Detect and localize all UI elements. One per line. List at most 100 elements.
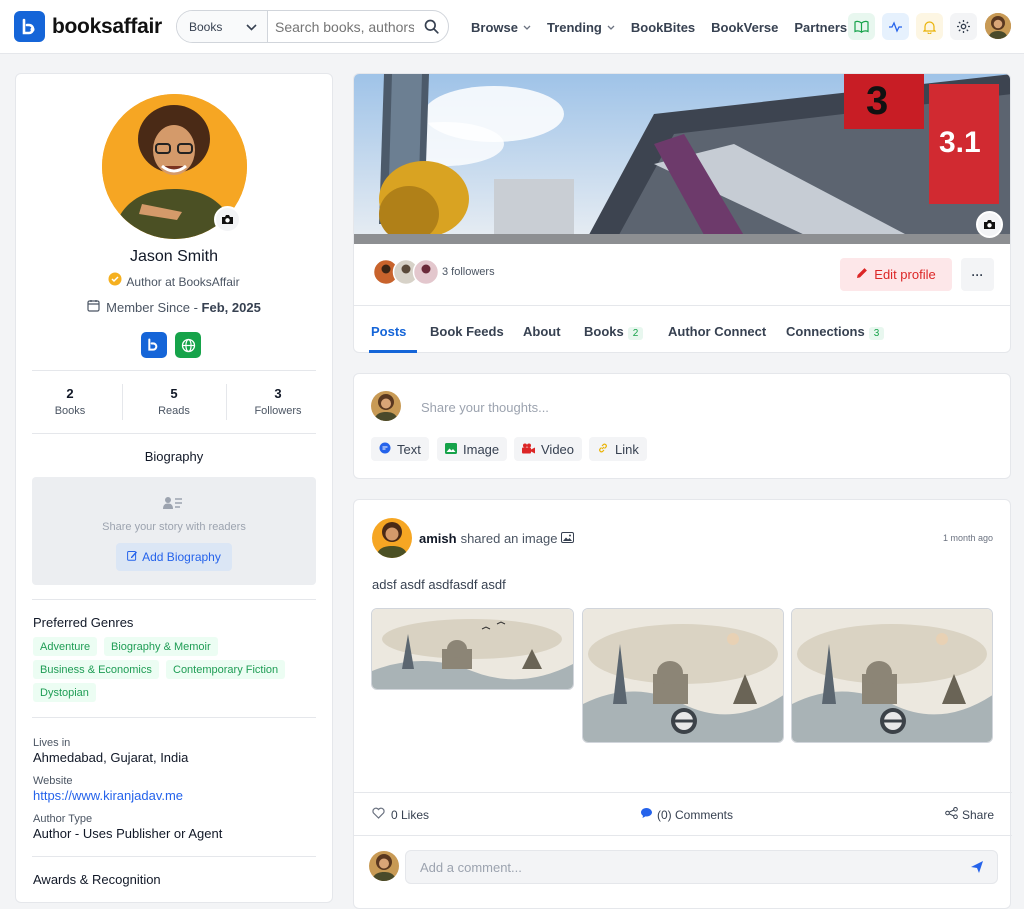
post-type-video-button[interactable]: Video (514, 437, 583, 461)
divider (32, 433, 316, 434)
video-camera-icon (522, 442, 535, 457)
reading-book-icon[interactable] (848, 13, 875, 40)
tab-about[interactable]: About (523, 324, 561, 339)
divider (32, 717, 316, 718)
main-nav: Browse Trending BookBites BookVerse Part… (471, 0, 863, 54)
more-options-button[interactable]: ··· (961, 258, 994, 291)
tab-posts[interactable]: Posts (371, 324, 406, 339)
active-tab-indicator (369, 350, 417, 353)
user-card-icon (163, 495, 183, 516)
genre-tag[interactable]: Adventure (33, 637, 98, 656)
add-biography-button[interactable]: Add Biography (116, 543, 232, 571)
share-button[interactable]: Share (945, 807, 994, 822)
website-link[interactable]: https://www.kiranjadav.me (33, 788, 183, 803)
svg-text:3.1: 3.1 (939, 126, 981, 159)
tab-about-label: About (523, 324, 561, 339)
nav-trending[interactable]: Trending (547, 20, 615, 35)
booksaffair-profile-link-icon[interactable] (141, 332, 167, 358)
nav-bookbites[interactable]: BookBites (631, 20, 695, 35)
edit-profile-label: Edit profile (874, 267, 936, 282)
tab-author-connect-label: Author Connect (668, 324, 767, 339)
chat-bubble-icon (379, 442, 391, 457)
user-avatar[interactable] (985, 13, 1011, 39)
post-type-text-button[interactable]: Text (371, 437, 429, 461)
tab-book-feeds[interactable]: Book Feeds (430, 324, 504, 339)
link-icon (597, 442, 609, 457)
post-type-image-button[interactable]: Image (437, 437, 508, 461)
nav-browse-label: Browse (471, 19, 518, 35)
awards-title: Awards & Recognition (33, 872, 161, 887)
add-biography-label: Add Biography (142, 550, 221, 564)
stat-reads-label: Reads (158, 405, 190, 417)
image-icon (445, 442, 457, 457)
image-icon (561, 531, 575, 546)
activity-icon[interactable] (882, 13, 909, 40)
search-icon[interactable] (414, 11, 448, 42)
tab-books-label: Books (584, 324, 624, 339)
post-action: shared an image (460, 531, 558, 546)
comment-bubble-icon (640, 807, 653, 822)
website-globe-icon[interactable] (175, 332, 201, 358)
like-button[interactable]: 0 Likes (372, 807, 429, 822)
share-icon (945, 807, 958, 822)
post-image-thumbnail[interactable] (371, 608, 574, 690)
tab-books[interactable]: Books 2 (584, 324, 644, 340)
post-type-link-button[interactable]: Link (589, 437, 647, 461)
divider (122, 384, 123, 420)
post-author-name[interactable]: amish (419, 531, 457, 546)
composer-input[interactable]: Share your thoughts... (421, 400, 549, 415)
nav-browse[interactable]: Browse (471, 20, 531, 35)
tab-connections-count: 3 (868, 327, 885, 340)
post-type-image-label: Image (463, 441, 500, 457)
change-cover-camera-icon[interactable] (976, 211, 1003, 238)
tab-posts-label: Posts (371, 324, 407, 339)
comment-input[interactable]: Add a comment... (405, 850, 998, 884)
send-icon[interactable] (970, 860, 984, 879)
member-since: Member Since - Feb, 2025 (16, 299, 332, 315)
heart-icon (372, 807, 385, 822)
comment-placeholder: Add a comment... (420, 860, 522, 875)
stat-books-value: 2 (66, 386, 74, 401)
post-image-thumbnail[interactable] (582, 608, 784, 743)
share-label: Share (961, 807, 994, 822)
search-category-select[interactable]: Books (177, 11, 268, 42)
search-bar: Books (176, 10, 449, 43)
divider (32, 370, 316, 371)
tab-connections-label: Connections (786, 324, 865, 339)
divider (226, 384, 227, 420)
change-avatar-camera-icon[interactable] (214, 206, 241, 233)
genres-title: Preferred Genres (33, 615, 134, 630)
settings-gear-icon[interactable] (950, 13, 977, 40)
brand-logo[interactable]: booksaffair (14, 11, 162, 42)
followers-count[interactable]: 3 followers (442, 266, 495, 278)
comment-avatar (369, 851, 399, 881)
stat-reads-value: 5 (170, 386, 178, 401)
genre-tag[interactable]: Biography & Memoir (104, 637, 218, 656)
chevron-down-icon (523, 25, 531, 30)
post-image-thumbnail[interactable] (791, 608, 993, 743)
profile-name: Jason Smith (129, 248, 219, 265)
divider (354, 305, 1010, 306)
notification-bell-icon[interactable] (916, 13, 943, 40)
comments-button[interactable]: (0) Comments (640, 807, 733, 822)
search-input[interactable] (268, 18, 414, 35)
nav-partners[interactable]: Partners (794, 20, 847, 35)
post-timestamp: 1 month ago (942, 533, 993, 543)
nav-bookverse[interactable]: BookVerse (711, 20, 778, 35)
post-author-avatar[interactable] (372, 518, 412, 558)
comment-count: (0) Comments (657, 807, 734, 822)
genre-tag[interactable]: Business & Economics (33, 660, 159, 679)
chevron-down-icon (607, 25, 615, 30)
genre-tag[interactable]: Contemporary Fiction (166, 660, 286, 679)
edit-profile-button[interactable]: Edit profile (840, 258, 952, 291)
tab-connections[interactable]: Connections 3 (786, 324, 885, 340)
brand-name: booksaffair (52, 14, 162, 38)
genre-tag[interactable]: Dystopian (33, 683, 96, 702)
pencil-icon (856, 267, 868, 282)
tab-author-connect[interactable]: Author Connect (668, 324, 766, 339)
divider (354, 792, 1012, 793)
biography-empty-text: Share your story with readers (102, 521, 246, 533)
follower-avatars[interactable] (372, 258, 440, 286)
verified-badge-icon (108, 272, 122, 291)
svg-text:3: 3 (866, 79, 888, 123)
